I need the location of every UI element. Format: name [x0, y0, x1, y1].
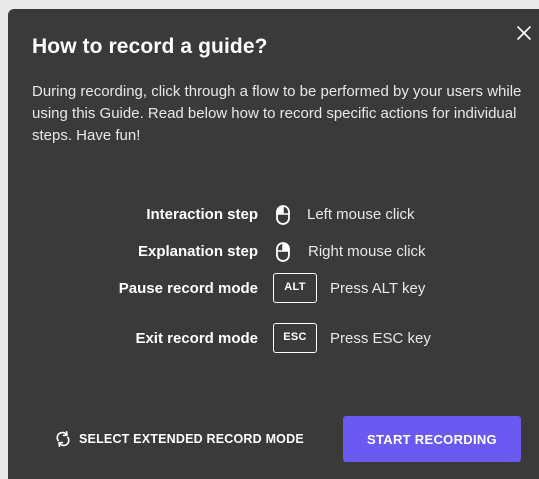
step-row-interaction: Interaction step Left mouse click [8, 199, 539, 231]
start-recording-button[interactable]: START RECORDING [343, 416, 521, 462]
step-label: Pause record mode [118, 280, 258, 297]
step-label: Exit record mode [135, 330, 258, 347]
mouse-right-click-icon [276, 242, 290, 262]
alt-key-badge: ALT [273, 273, 317, 303]
esc-key-badge: ESC [273, 323, 317, 353]
extended-mode-label: SELECT EXTENDED RECORD MODE [79, 432, 304, 446]
step-label: Explanation step [137, 243, 258, 260]
mouse-left-click-icon [276, 205, 290, 225]
step-description: Right mouse click [308, 243, 426, 260]
record-guide-dialog: How to record a guide? During recording,… [8, 9, 539, 479]
step-row-exit: Exit record mode ESC Press ESC key [8, 323, 539, 355]
step-row-pause: Pause record mode ALT Press ALT key [8, 273, 539, 305]
step-description: Left mouse click [307, 206, 415, 223]
step-row-explanation: Explanation step Right mouse click [8, 236, 539, 268]
select-extended-record-mode-button[interactable]: SELECT EXTENDED RECORD MODE [55, 429, 304, 449]
close-icon [517, 26, 531, 40]
step-label: Interaction step [146, 206, 258, 223]
close-button[interactable] [513, 22, 535, 44]
dialog-intro-text: During recording, click through a flow t… [32, 83, 522, 144]
refresh-icon [56, 431, 70, 447]
dialog-title: How to record a guide? [32, 35, 268, 58]
step-description: Press ESC key [330, 330, 431, 347]
step-description: Press ALT key [330, 280, 426, 297]
